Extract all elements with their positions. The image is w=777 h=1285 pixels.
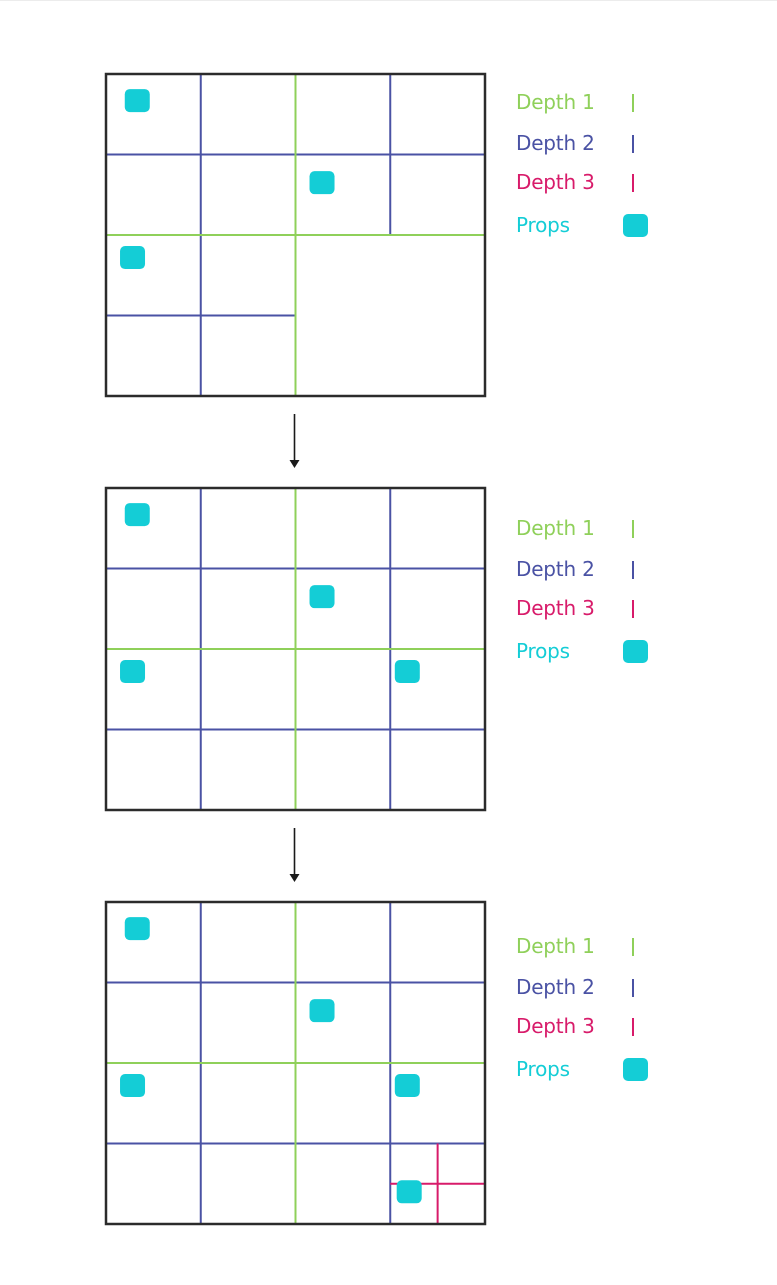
- legend-item-depth1: Depth 1: [516, 934, 666, 958]
- legend-label: Props: [516, 639, 570, 663]
- prop-square: [120, 1074, 146, 1098]
- legend-item-depth1: Depth 1: [516, 516, 666, 540]
- legend-label: Props: [516, 213, 570, 237]
- prop-square: [309, 585, 335, 609]
- legend-label: Props: [516, 1057, 570, 1081]
- line-swatch-icon: [632, 938, 634, 956]
- legend-item-props: Props: [516, 639, 666, 663]
- legend-label: Depth 2: [516, 557, 595, 581]
- legend-item-depth3: Depth 3: [516, 596, 666, 620]
- legend-item-depth3: Depth 3: [516, 170, 666, 194]
- prop-swatch-icon: [623, 640, 648, 663]
- prop-square: [396, 1180, 422, 1204]
- prop-square: [124, 503, 150, 527]
- line-swatch-icon: [632, 561, 634, 579]
- prop-square: [124, 89, 150, 113]
- legend-label: Depth 3: [516, 170, 595, 194]
- legend-label: Depth 1: [516, 934, 595, 958]
- legend-item-depth2: Depth 2: [516, 557, 666, 581]
- line-swatch-icon: [632, 135, 634, 153]
- legend-label: Depth 1: [516, 516, 595, 540]
- prop-square: [120, 660, 146, 684]
- arrow-down-icon: [289, 460, 300, 468]
- line-swatch-icon: [632, 174, 634, 192]
- prop-square: [309, 171, 335, 195]
- prop-square: [394, 660, 420, 684]
- prop-swatch-icon: [623, 214, 648, 237]
- legend-item-props: Props: [516, 213, 666, 237]
- line-swatch-icon: [632, 600, 634, 618]
- legend-item-depth2: Depth 2: [516, 131, 666, 155]
- legend-item-depth3: Depth 3: [516, 1014, 666, 1038]
- line-swatch-icon: [632, 979, 634, 997]
- legend-item-props: Props: [516, 1057, 666, 1081]
- line-swatch-icon: [632, 520, 634, 538]
- prop-square: [120, 246, 146, 270]
- prop-square: [309, 999, 335, 1023]
- arrow-down-icon: [289, 874, 300, 882]
- prop-square: [124, 917, 150, 941]
- line-swatch-icon: [632, 1018, 634, 1036]
- legend-label: Depth 2: [516, 131, 595, 155]
- legend-label: Depth 3: [516, 596, 595, 620]
- prop-square: [394, 1074, 420, 1098]
- legend-item-depth1: Depth 1: [516, 90, 666, 114]
- legend-label: Depth 2: [516, 975, 595, 999]
- legend-item-depth2: Depth 2: [516, 975, 666, 999]
- legend-label: Depth 1: [516, 90, 595, 114]
- legend-label: Depth 3: [516, 1014, 595, 1038]
- prop-swatch-icon: [623, 1058, 648, 1081]
- line-swatch-icon: [632, 94, 634, 112]
